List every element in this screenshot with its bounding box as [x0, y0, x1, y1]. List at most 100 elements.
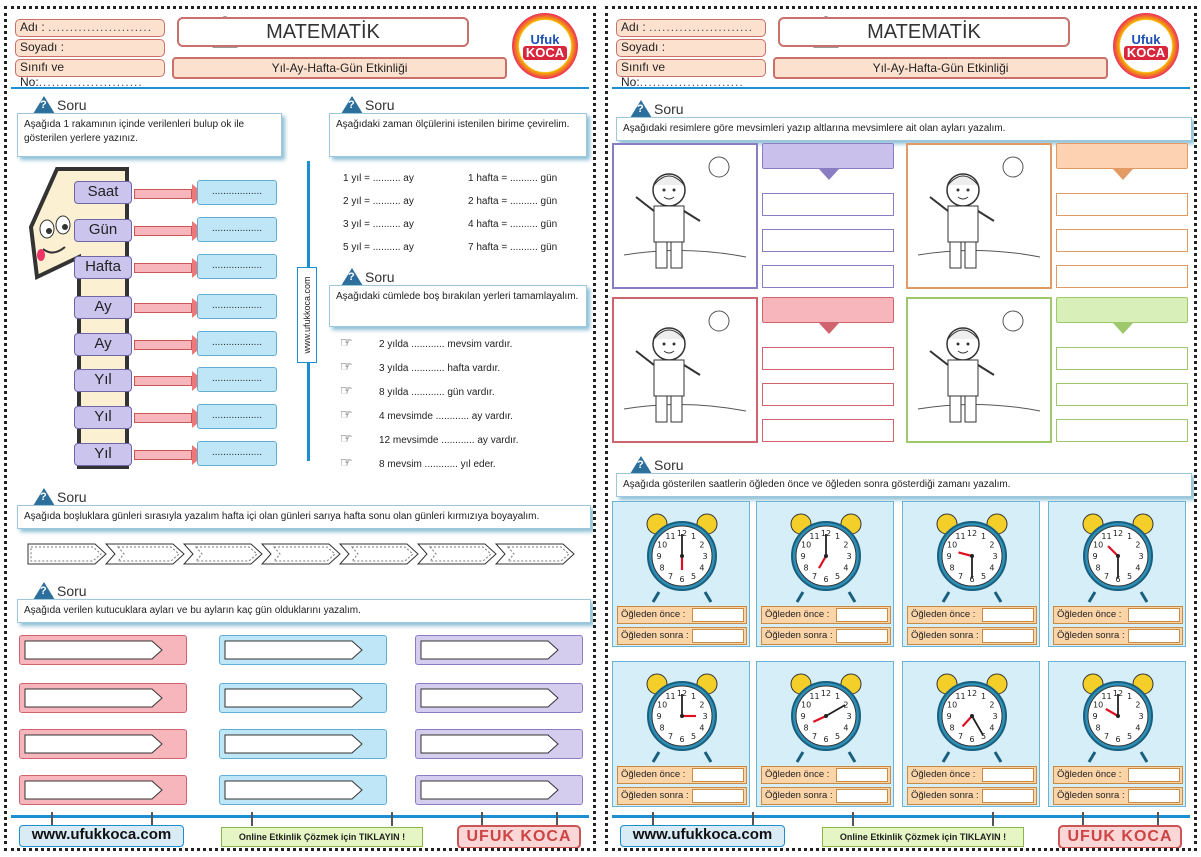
season-name-box[interactable]	[762, 143, 894, 180]
month-entry-box[interactable]	[19, 775, 187, 805]
season-month-slot[interactable]	[762, 383, 894, 406]
svg-text:4: 4	[699, 724, 704, 733]
month-entry-box[interactable]	[415, 729, 583, 759]
am-answer-box[interactable]	[836, 768, 888, 782]
month-entry-box[interactable]	[19, 635, 187, 665]
month-entry-box[interactable]	[415, 635, 583, 665]
pm-answer-box[interactable]	[982, 789, 1034, 803]
day-arrow-box[interactable]	[339, 543, 419, 565]
conversion-item[interactable]: 7 hafta = .......... gün	[468, 242, 557, 253]
website-link[interactable]: www.ufukkoca.com	[19, 825, 184, 847]
conversion-item[interactable]: 1 hafta = .......... gün	[468, 173, 557, 184]
pm-answer-box[interactable]	[836, 789, 888, 803]
am-answer-box[interactable]	[692, 608, 744, 622]
am-answer-row: Öğleden önce :	[907, 606, 1037, 624]
answer-box[interactable]: ..................	[197, 294, 277, 319]
answer-box[interactable]: ..................	[197, 180, 277, 205]
answer-box[interactable]: ..................	[197, 441, 277, 466]
pm-answer-box[interactable]	[836, 629, 888, 643]
svg-text:3: 3	[1138, 712, 1143, 721]
conversion-item[interactable]: 2 hafta = .......... gün	[468, 196, 557, 207]
pm-answer-box[interactable]	[982, 629, 1034, 643]
season-month-slot[interactable]	[1056, 347, 1188, 370]
online-activity-button[interactable]: Online Etkinlik Çözmek için TIKLAYIN !	[822, 827, 1024, 847]
day-arrow-box[interactable]	[417, 543, 497, 565]
season-month-slot[interactable]	[1056, 265, 1188, 288]
online-activity-button[interactable]: Online Etkinlik Çözmek için TIKLAYIN !	[221, 827, 423, 847]
class-field[interactable]: Sınıfı ve No:........................	[15, 59, 165, 89]
pm-label: Öğleden sonra	[621, 790, 684, 801]
month-entry-box[interactable]	[219, 683, 387, 713]
day-arrow-box[interactable]	[495, 543, 575, 565]
pointing-hand-icon: ☞	[340, 454, 353, 470]
answer-box[interactable]: ..................	[197, 404, 277, 429]
day-arrow-box[interactable]	[105, 543, 185, 565]
conversion-item[interactable]: 5 yıl = .......... ay	[343, 242, 414, 253]
answer-box[interactable]: ..................	[197, 254, 277, 279]
season-month-slot[interactable]	[762, 265, 894, 288]
month-entry-box[interactable]	[219, 635, 387, 665]
season-month-slot[interactable]	[762, 229, 894, 252]
season-month-slot[interactable]	[1056, 383, 1188, 406]
am-answer-box[interactable]	[836, 608, 888, 622]
name-field[interactable]: Adı : ........................	[616, 19, 766, 37]
pm-answer-box[interactable]	[1128, 629, 1180, 643]
season-month-slot[interactable]	[762, 347, 894, 370]
fill-sentence[interactable]: 12 mevsimde ............ ay vardır.	[379, 435, 519, 446]
month-entry-box[interactable]	[219, 775, 387, 805]
fill-sentence[interactable]: 8 mevsim ............ yıl eder.	[379, 459, 496, 470]
pm-answer-box[interactable]	[692, 629, 744, 643]
month-entry-box[interactable]	[415, 775, 583, 805]
answer-box[interactable]: ..................	[197, 217, 277, 242]
fill-sentence[interactable]: 8 yılda ............ gün vardır.	[379, 387, 495, 398]
surname-field[interactable]: Soyadı : ........................	[15, 39, 165, 69]
fill-sentence[interactable]: 2 yılda ............ mevsim vardır.	[379, 339, 512, 350]
website-link[interactable]: www.ufukkoca.com	[620, 825, 785, 847]
am-answer-box[interactable]	[982, 608, 1034, 622]
season-name-box[interactable]	[762, 297, 894, 334]
class-field[interactable]: Sınıfı ve No:........................	[616, 59, 766, 89]
day-arrow-box[interactable]	[183, 543, 263, 565]
am-answer-box[interactable]	[982, 768, 1034, 782]
question-icon: ?	[33, 488, 55, 506]
pm-answer-box[interactable]	[692, 789, 744, 803]
answer-box[interactable]: ..................	[197, 331, 277, 356]
conversion-item[interactable]: 2 yıl = .......... ay	[343, 196, 414, 207]
season-name-box[interactable]	[1056, 143, 1188, 180]
fill-sentence[interactable]: 3 yılda ............ hafta vardır.	[379, 363, 500, 374]
pm-answer-row: Öğleden sonra :	[761, 787, 891, 805]
season-month-slot[interactable]	[1056, 419, 1188, 442]
am-answer-box[interactable]	[692, 768, 744, 782]
page-title: MATEMATİK	[778, 17, 1070, 47]
day-arrow-box[interactable]	[27, 543, 107, 565]
svg-text:8: 8	[660, 724, 665, 733]
month-entry-box[interactable]	[19, 683, 187, 713]
conversion-item[interactable]: 3 yıl = .......... ay	[343, 219, 414, 230]
header-divider	[11, 87, 589, 93]
conversion-item[interactable]: 4 hafta = .......... gün	[468, 219, 557, 230]
season-month-slot[interactable]	[762, 193, 894, 216]
alarm-clock-icon: 1234567891011 12	[790, 673, 862, 763]
conversion-item[interactable]: 1 yıl = .......... ay	[343, 173, 414, 184]
fill-sentence[interactable]: 4 mevsimde ............ ay vardır.	[379, 411, 513, 422]
season-name-box[interactable]	[1056, 297, 1188, 334]
month-entry-box[interactable]	[415, 683, 583, 713]
svg-text:2: 2	[989, 701, 994, 710]
am-answer-box[interactable]	[1128, 608, 1180, 622]
month-entry-box[interactable]	[219, 729, 387, 759]
answer-box[interactable]: ..................	[197, 367, 277, 392]
svg-text:11: 11	[665, 532, 675, 541]
day-arrow-box[interactable]	[261, 543, 341, 565]
svg-text:5: 5	[691, 732, 696, 741]
name-field[interactable]: Adı : ........................	[15, 19, 165, 37]
clock-card: 1 2 3 4 5 6 7 8 9 10 11 12 Öğleden önce : Öğleden s…	[1048, 501, 1186, 647]
surname-field[interactable]: Soyadı : ........................	[616, 39, 766, 69]
am-answer-box[interactable]	[1128, 768, 1180, 782]
season-month-slot[interactable]	[1056, 229, 1188, 252]
svg-text:1: 1	[981, 532, 986, 541]
season-month-slot[interactable]	[762, 419, 894, 442]
season-month-slot[interactable]	[1056, 193, 1188, 216]
month-entry-box[interactable]	[19, 729, 187, 759]
svg-text:4: 4	[843, 564, 848, 573]
pm-answer-box[interactable]	[1128, 789, 1180, 803]
